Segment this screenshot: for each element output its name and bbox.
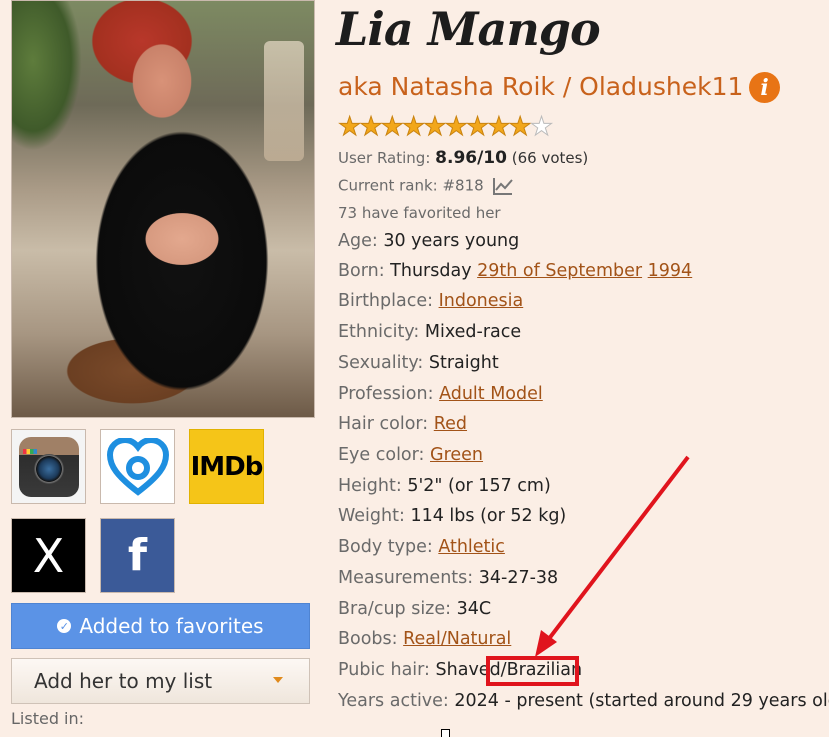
annotation-arrow-icon (535, 455, 690, 657)
